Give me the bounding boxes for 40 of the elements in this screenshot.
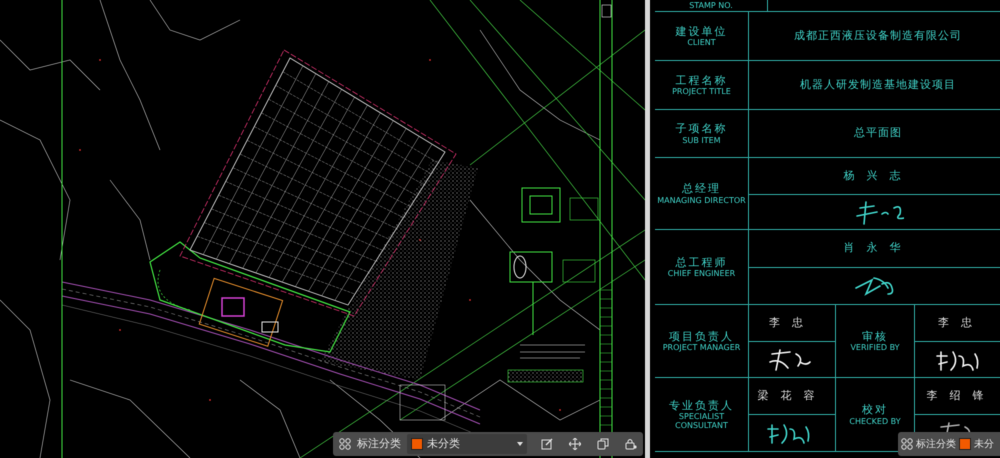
field-label: 总工程师 bbox=[676, 256, 728, 269]
edit-icon[interactable] bbox=[541, 438, 553, 450]
person-name: 李绍锋 bbox=[926, 388, 996, 404]
field-label: SPECIALIST CONSULTANT bbox=[674, 412, 729, 430]
layer-color-swatch bbox=[959, 438, 971, 450]
person-name: 李忠 bbox=[769, 314, 815, 331]
person-name: 肖永华 bbox=[844, 240, 912, 256]
lock-icon[interactable] bbox=[625, 438, 637, 450]
category-label: 标注分类 bbox=[916, 438, 956, 452]
field-value: 机器人研发制造基地建设项目 bbox=[800, 76, 956, 93]
field-label: CHECKED BY bbox=[849, 416, 901, 426]
grid-icon[interactable] bbox=[339, 438, 351, 450]
move-icon[interactable] bbox=[569, 438, 581, 450]
category-label: 标注分类 bbox=[357, 436, 401, 452]
layer-name: 未分 bbox=[974, 438, 994, 452]
layer-dropdown[interactable]: 未分类 bbox=[407, 434, 527, 454]
field-label: 专业负责人 bbox=[669, 398, 734, 412]
field-label: 校对 bbox=[862, 403, 888, 416]
stamp-label: STAMP NO. bbox=[689, 0, 733, 10]
caret-icon bbox=[517, 442, 523, 446]
grid-icon[interactable] bbox=[901, 438, 913, 450]
field-label: PROJECT MANAGER bbox=[662, 343, 740, 352]
field-label: 工程名称 bbox=[676, 74, 728, 87]
field-label: 建设单位 bbox=[676, 24, 728, 38]
field-label: SUB ITEM bbox=[682, 136, 721, 145]
copy-icon[interactable] bbox=[597, 438, 609, 450]
field-label: VERIFIED BY bbox=[850, 343, 900, 352]
field-label: MANAGING DIRECTOR bbox=[657, 196, 746, 205]
field-label: PROJECT TITLE bbox=[672, 87, 731, 96]
person-name: 梁花容 bbox=[758, 388, 826, 404]
person-name: 李忠 bbox=[938, 314, 984, 331]
field-label: 项目负责人 bbox=[669, 330, 734, 343]
person-name: 杨兴志 bbox=[844, 168, 912, 184]
field-label: 总经理 bbox=[682, 182, 721, 196]
field-label: CHIEF ENGINEER bbox=[668, 269, 736, 278]
field-label: 审核 bbox=[862, 330, 888, 343]
field-label: 子项名称 bbox=[676, 122, 728, 136]
field-value: 成都正西液压设备制造有限公司 bbox=[794, 28, 962, 44]
field-value: 总平面图 bbox=[854, 125, 902, 142]
field-label: CLIENT bbox=[687, 38, 716, 48]
